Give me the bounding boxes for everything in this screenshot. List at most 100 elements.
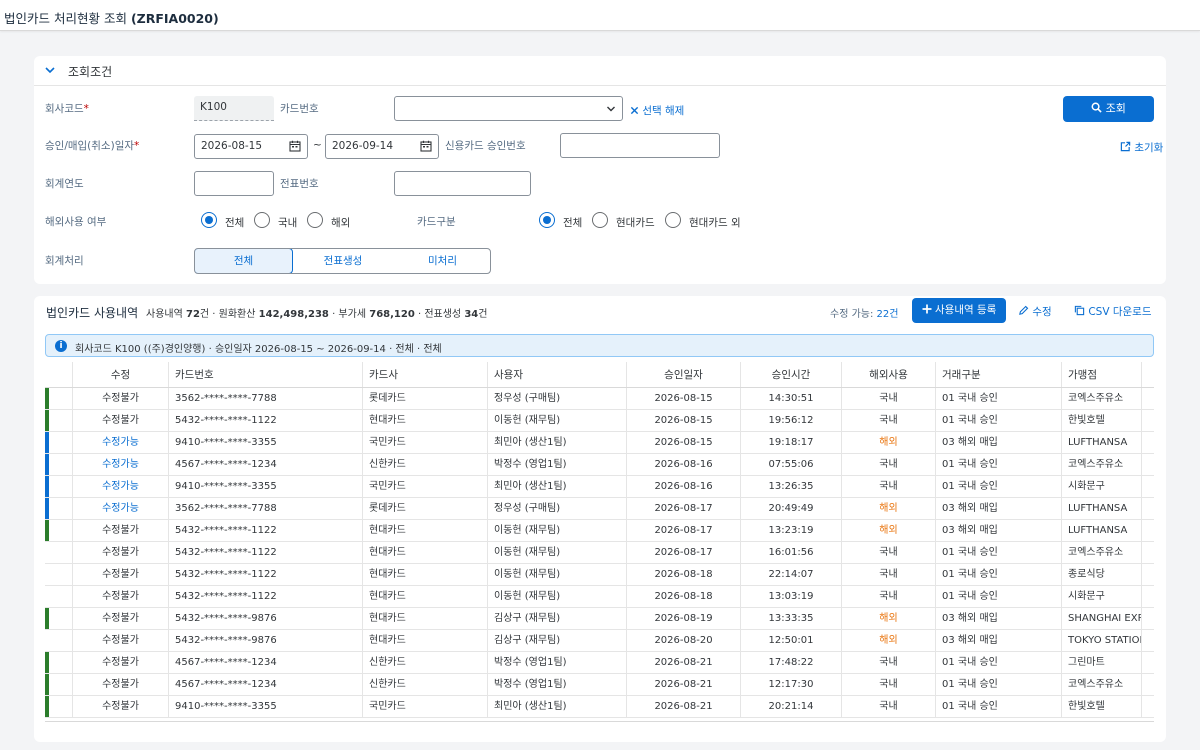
table-row[interactable]: 수정불가 9410-****-****-3355 국민카드 최민아 (생산1팀) 202… [45,696,1154,718]
cell-card-company: 현대카드 [363,520,488,541]
row-status-indicator [45,410,49,431]
slip-no-input[interactable] [394,171,531,196]
cell-transaction-type: 01 국내 승인 [936,652,1062,673]
cell-indicator [45,696,73,717]
cell-user: 박정수 (영업1팀) [488,674,627,695]
cell-card-no: 5432-****-****-1122 [169,542,363,563]
cell-edit-status[interactable]: 수정가능 [73,476,169,497]
table-row[interactable]: 수정불가 3562-****-****-7788 롯데카드 정우성 (구매팀) 2026… [45,388,1154,410]
column-header-card-company[interactable]: 카드사 [363,362,488,387]
cell-card-no: 4567-****-****-1234 [169,674,363,695]
accounting-option-unprocessed[interactable]: 미처리 [393,249,490,273]
column-header-approval-date[interactable]: 승인일자 [627,362,741,387]
edit-button[interactable]: 수정 [1018,304,1052,319]
accounting-option-all[interactable]: 전체 [195,249,293,273]
cell-merchant: 종로식당 [1062,564,1142,585]
card-type-option-all: 전체 [563,217,583,229]
reset-button[interactable]: 초기화 [1120,140,1163,155]
cell-approval-date: 2026-08-21 [627,674,741,695]
cell-merchant: SHANGHAI EXPO [1062,608,1142,629]
cell-merchant: 한빛호텔 [1062,410,1142,431]
fiscal-year-input[interactable] [194,171,274,196]
overseas-radio-all[interactable] [201,212,217,228]
column-header-transaction-type[interactable]: 거래구분 [936,362,1062,387]
approval-no-input[interactable] [560,133,720,158]
table-row[interactable]: 수정불가 4567-****-****-1234 신한카드 박정수 (영업1팀) 202… [45,652,1154,674]
cell-overseas: 국내 [842,410,936,431]
cell-card-no: 5432-****-****-9876 [169,608,363,629]
register-usage-button[interactable]: 사용내역 등록 [912,298,1006,323]
list-header: 법인카드 사용내역 사용내역 72건 · 원화환산 142,498,238 · … [34,296,1166,326]
cell-user: 김상구 (재무팀) [488,630,627,651]
csv-download-button[interactable]: CSV 다운로드 [1074,304,1152,319]
overseas-radio-domestic[interactable] [254,212,270,228]
cell-card-company: 현대카드 [363,608,488,629]
approval-date-from[interactable]: 2026-08-15 [194,134,308,159]
column-header-approval-time[interactable]: 승인시간 [741,362,842,387]
company-code-field[interactable]: K100 [194,96,274,121]
calendar-icon[interactable] [420,140,432,152]
table-row[interactable]: 수정가능 3562-****-****-7788 롯데카드 정우성 (구매팀) 2026… [45,498,1154,520]
cell-edit-status: 수정불가 [73,652,169,673]
card-type-radio-hyundai[interactable] [592,212,608,228]
reset-icon [1120,141,1131,152]
card-no-label: 카드번호 [280,103,319,115]
card-no-select[interactable] [394,96,623,121]
cell-approval-time: 16:01:56 [741,542,842,563]
column-header-merchant[interactable]: 가맹점 [1062,362,1142,387]
pencil-icon [1019,305,1029,315]
cell-transaction-type: 03 해외 매입 [936,630,1062,651]
table-row[interactable]: 수정불가 5432-****-****-1122 현대카드 이동헌 (재무팀) 2026… [45,520,1154,542]
info-icon: i [55,340,67,352]
cell-merchant: 코엑스주유소 [1062,388,1142,409]
table-row[interactable]: 수정불가 5432-****-****-1122 현대카드 이동헌 (재무팀) 2026… [45,542,1154,564]
card-type-radio-all[interactable] [539,212,555,228]
app-titlebar: 법인카드 처리현황 조회 (ZRFIA0020) [0,0,1200,31]
cell-indicator [45,542,73,563]
filter-panel-header[interactable]: 조회조건 [34,56,1166,86]
cell-approval-date: 2026-08-15 [627,432,741,453]
cell-edit-status[interactable]: 수정가능 [73,498,169,519]
table-row[interactable]: 수정불가 5432-****-****-9876 현대카드 김상구 (재무팀) 2026… [45,630,1154,652]
cell-card-no: 3562-****-****-7788 [169,388,363,409]
accounting-option-slip[interactable]: 전표생성 [293,249,393,273]
approval-no-label: 신용카드 승인번호 [445,140,526,152]
table-row[interactable]: 수정불가 5432-****-****-1122 현대카드 이동헌 (재무팀) 2026… [45,410,1154,432]
clear-selection-link[interactable]: 선택 해제 [630,103,684,118]
table-row[interactable]: 수정불가 4567-****-****-1234 신한카드 박정수 (영업1팀) 202… [45,674,1154,696]
card-type-radio-other[interactable] [665,212,681,228]
cell-indicator [45,630,73,651]
card-type-option-hyundai: 현대카드 [616,217,655,229]
cell-edit-status[interactable]: 수정가능 [73,432,169,453]
cell-merchant: 코엑스주유소 [1062,674,1142,695]
cell-edit-status: 수정불가 [73,630,169,651]
row-status-indicator [45,520,49,541]
chevron-down-icon[interactable] [44,64,56,76]
column-header-card-no[interactable]: 카드번호 [169,362,363,387]
cell-card-no: 5432-****-****-1122 [169,564,363,585]
cell-overseas: 국내 [842,674,936,695]
cell-user: 이동헌 (재무팀) [488,410,627,431]
column-header-overseas[interactable]: 해외사용 [842,362,936,387]
table-row[interactable]: 수정불가 5432-****-****-1122 현대카드 이동헌 (재무팀) 2026… [45,586,1154,608]
overseas-radio-abroad[interactable] [307,212,323,228]
column-header-edit[interactable]: 수정 [73,362,169,387]
info-strip: i 회사코드 K100 ((주)경인양행) · 승인일자 2026-08-15 … [45,334,1154,357]
cell-merchant: 시화문구 [1062,476,1142,497]
calendar-icon[interactable] [289,140,301,152]
cell-edit-status[interactable]: 수정가능 [73,454,169,475]
cell-transaction-type: 03 해외 매입 [936,520,1062,541]
cell-approval-time: 07:55:06 [741,454,842,475]
approval-date-to[interactable]: 2026-09-14 [325,134,439,159]
cell-user: 최민아 (생산1팀) [488,696,627,717]
table-row[interactable]: 수정가능 4567-****-****-1234 신한카드 박정수 (영업1팀) 202… [45,454,1154,476]
table-row[interactable]: 수정가능 9410-****-****-3355 국민카드 최민아 (생산1팀) 202… [45,432,1154,454]
table-row[interactable]: 수정가능 9410-****-****-3355 국민카드 최민아 (생산1팀) 202… [45,476,1154,498]
table-row[interactable]: 수정불가 5432-****-****-9876 현대카드 김상구 (재무팀) 2026… [45,608,1154,630]
column-header-user[interactable]: 사용자 [488,362,627,387]
search-button[interactable]: 조회 [1063,96,1154,122]
cell-approval-time: 19:18:17 [741,432,842,453]
approval-date-label: 승인/매입(취소)일자* [45,140,140,152]
table-row[interactable]: 수정불가 5432-****-****-1122 현대카드 이동헌 (재무팀) 2026… [45,564,1154,586]
cell-indicator [45,410,73,431]
